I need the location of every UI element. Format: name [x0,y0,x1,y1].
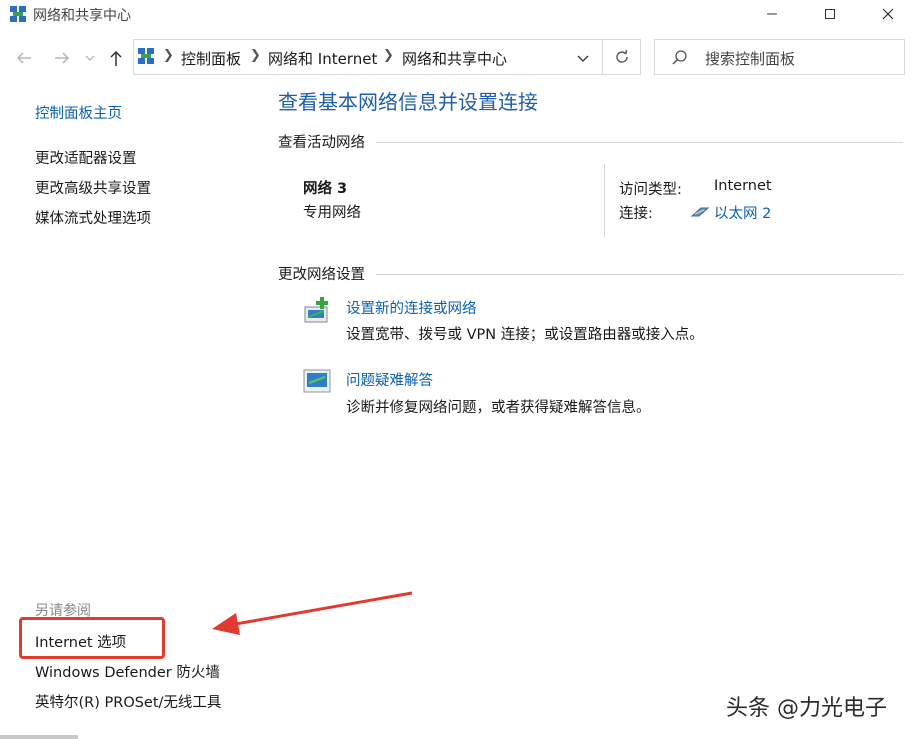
intel-proset-link[interactable]: 英特尔(R) PROSet/无线工具 [35,691,221,712]
network-name: 网络 3 [303,181,348,197]
forward-button[interactable] [50,44,74,72]
maximize-button[interactable] [807,0,853,28]
recent-locations-button[interactable] [80,44,100,72]
ethernet-icon [690,204,710,223]
divider [376,274,903,275]
search-box[interactable]: 搜索控制面板 [654,39,905,75]
address-bar[interactable]: ❯ 控制面板 ❯ 网络和 Internet ❯ 网络和共享中心 [133,39,603,75]
setup-new-connection-desc: 设置宽带、拨号或 VPN 连接；或设置路由器或接入点。 [346,327,704,343]
close-button[interactable] [865,0,911,28]
network-center-icon [137,47,155,69]
access-type-value: Internet [714,178,772,194]
network-type: 专用网络 [303,205,361,221]
minimize-icon [767,13,777,15]
access-type-label: 访问类型: [619,182,682,198]
title-bar: 网络和共享中心 [0,0,917,28]
watermark-text: 头条 @力光电子 [726,696,887,721]
setup-new-connection-link[interactable]: 设置新的连接或网络 [346,297,477,318]
back-button[interactable] [12,44,36,72]
annotation-arrow [212,591,413,635]
refresh-button[interactable] [603,39,641,75]
annotation-highlight-box [19,617,165,659]
troubleshoot-desc: 诊断并修复网络问题，或者获得疑难解答信息。 [346,400,651,416]
up-arrow-icon [110,50,122,66]
media-streaming-link[interactable]: 媒体流式处理选项 [35,207,151,228]
divider [604,164,605,237]
network-center-icon [9,5,27,23]
active-networks-heading: 查看活动网络 [278,135,365,151]
ethernet-connection-link[interactable]: 以太网 2 [714,202,771,223]
window-title: 网络和共享中心 [33,8,131,24]
back-arrow-icon [16,52,31,64]
breadcrumb-network-center[interactable]: 网络和共享中心 [402,48,507,69]
breadcrumb-network-internet[interactable]: 网络和 Internet [268,48,377,69]
troubleshoot-link[interactable]: 问题疑难解答 [346,369,433,390]
divider [376,142,903,143]
up-button[interactable] [104,44,128,72]
change-adapter-settings-link[interactable]: 更改适配器设置 [35,147,137,168]
search-icon [671,49,689,71]
chevron-right-icon: ❯ [163,48,174,63]
address-dropdown-button[interactable] [576,50,590,69]
connection-label: 连接: [619,206,653,222]
chevron-right-icon: ❯ [383,48,394,63]
page-title: 查看基本网络信息并设置连接 [278,90,538,114]
chevron-down-icon [85,55,95,61]
new-connection-icon [302,295,334,331]
refresh-icon [615,49,628,63]
horizontal-scrollbar[interactable] [0,735,78,739]
close-icon [882,8,894,20]
windows-defender-firewall-link[interactable]: Windows Defender 防火墙 [35,661,220,682]
change-settings-heading: 更改网络设置 [278,267,365,283]
maximize-icon [825,9,835,19]
chevron-right-icon: ❯ [250,48,261,63]
control-panel-home-link[interactable]: 控制面板主页 [35,102,122,123]
breadcrumb-control-panel[interactable]: 控制面板 [181,48,241,69]
troubleshoot-icon [302,368,334,400]
change-advanced-sharing-link[interactable]: 更改高级共享设置 [35,177,151,198]
chevron-down-icon [577,55,589,62]
search-placeholder: 搜索控制面板 [705,50,796,68]
forward-arrow-icon [55,52,70,64]
minimize-button[interactable] [749,0,795,28]
